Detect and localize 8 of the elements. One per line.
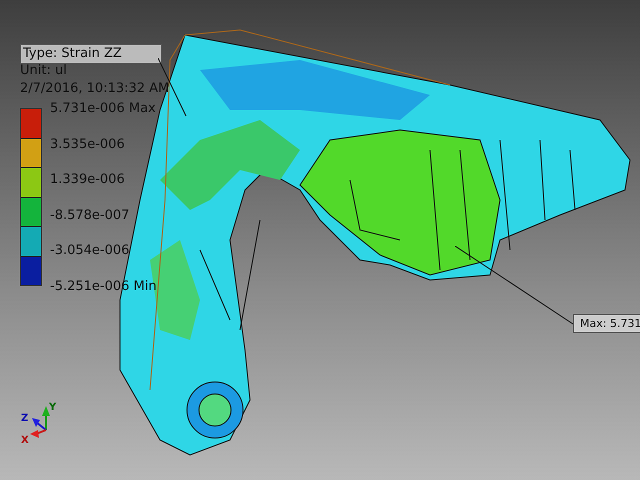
legend-value: 1.339e-006 (50, 171, 126, 190)
legend-type-label: Type: Strain ZZ (20, 44, 162, 64)
legend-value: -8.578e-007 (50, 206, 130, 225)
legend-value: 5.731e-006 Max (50, 100, 157, 118)
legend-value: 3.535e-006 (50, 136, 126, 154)
max-probe-label: Max: 5.731 (573, 314, 640, 333)
legend-unit: Unit: ul (20, 62, 68, 80)
legend-value: -3.054e-006 (50, 242, 130, 260)
